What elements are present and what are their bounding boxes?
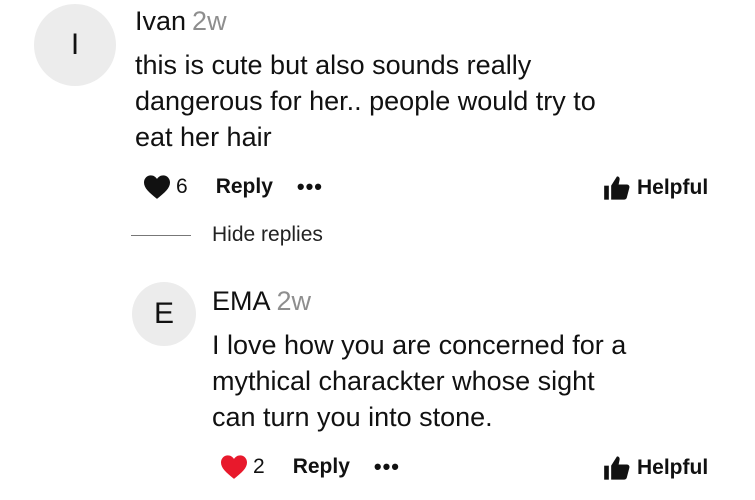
- like-count: 6: [176, 175, 188, 198]
- comment-text-line: I love how you are concerned for a: [212, 330, 627, 360]
- comment-age: 2w: [276, 286, 312, 316]
- more-options-button[interactable]: •••: [297, 176, 323, 198]
- comment-actions: 2 Reply •••: [219, 454, 400, 480]
- avatar[interactable]: I: [34, 4, 116, 86]
- helpful-button[interactable]: Helpful: [603, 174, 708, 202]
- more-options-button[interactable]: •••: [374, 456, 400, 478]
- reply-button[interactable]: Reply: [293, 455, 350, 479]
- helpful-label: Helpful: [637, 456, 709, 479]
- comment-text-line: mythical charackter whose sight: [212, 366, 595, 396]
- thumbs-up-icon: [604, 456, 630, 480]
- avatar-letter: I: [70, 28, 80, 61]
- thumbs-up-icon: [604, 176, 630, 200]
- heart-icon: [221, 455, 247, 479]
- comment-text-line: eat her hair: [135, 122, 272, 152]
- hide-replies-button[interactable]: Hide replies: [212, 223, 323, 247]
- comment-text: this is cute but also sounds really dang…: [135, 47, 596, 155]
- comment-actions: 6 Reply •••: [142, 174, 323, 200]
- author-name[interactable]: EMA: [212, 286, 271, 316]
- reply-button[interactable]: Reply: [216, 175, 273, 199]
- avatar-letter: E: [153, 297, 174, 330]
- heart-icon: [144, 175, 170, 199]
- avatar[interactable]: E: [132, 282, 196, 346]
- author-name[interactable]: Ivan: [135, 6, 186, 36]
- comment-text-line: dangerous for her.. people would try to: [135, 86, 596, 116]
- comment-header: Ivan 2w: [135, 6, 227, 37]
- helpful-label: Helpful: [637, 176, 709, 199]
- helpful-button[interactable]: Helpful: [603, 454, 708, 482]
- like-button[interactable]: [142, 174, 172, 200]
- comment-age: 2w: [192, 6, 227, 36]
- like-button[interactable]: [219, 454, 249, 480]
- thread-divider: [131, 235, 191, 236]
- comment-text-line: this is cute but also sounds really: [135, 50, 532, 80]
- comment-text-line: can turn you into stone.: [212, 402, 493, 432]
- comment-text: I love how you are concerned for a mythi…: [212, 327, 626, 435]
- comment-header: EMA 2w: [212, 286, 311, 317]
- like-count: 2: [253, 455, 265, 478]
